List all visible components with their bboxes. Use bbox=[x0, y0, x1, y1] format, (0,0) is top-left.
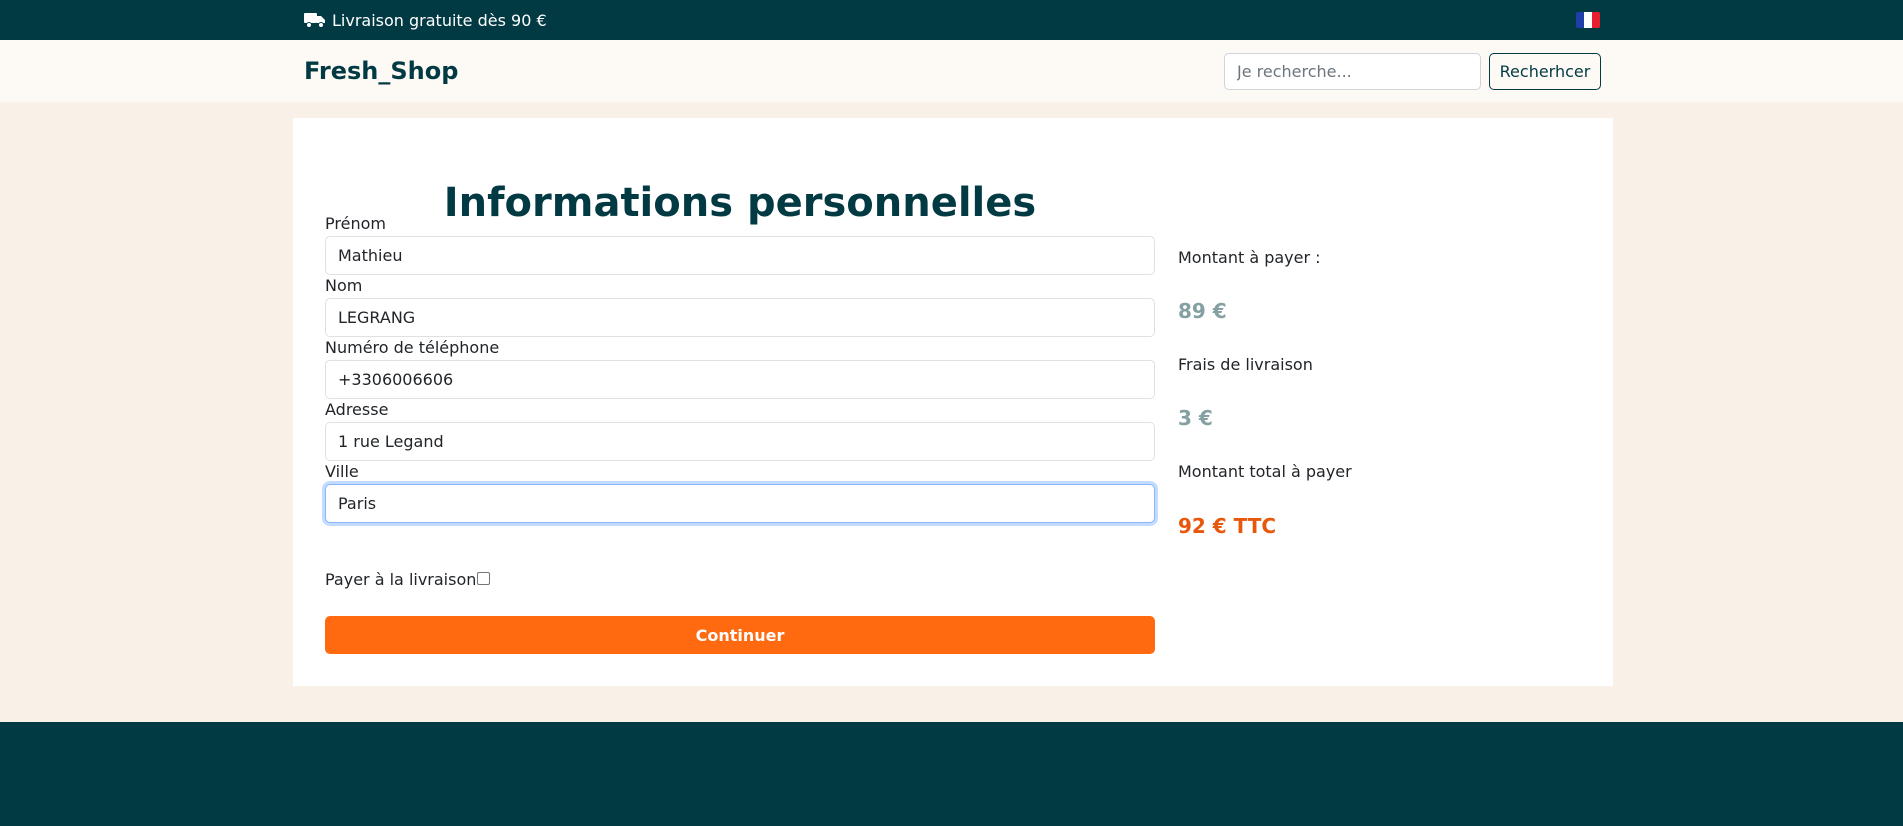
truck-icon bbox=[304, 13, 325, 28]
site-footer bbox=[0, 722, 1903, 826]
total-label: Montant total à payer bbox=[1178, 462, 1352, 481]
shipping-value: 3 € bbox=[1178, 406, 1213, 430]
address-field[interactable] bbox=[325, 422, 1155, 461]
free-delivery-text: Livraison gratuite dès 90 € bbox=[332, 10, 547, 30]
city-field[interactable] bbox=[325, 484, 1155, 523]
phone-label: Numéro de téléphone bbox=[325, 338, 500, 357]
pay-on-delivery-checkbox[interactable] bbox=[477, 572, 491, 585]
free-delivery-notice: Livraison gratuite dès 90 € bbox=[304, 0, 547, 40]
total-value: 92 € TTC bbox=[1178, 514, 1277, 538]
city-label: Ville bbox=[325, 462, 359, 481]
flag-fr-icon[interactable] bbox=[1576, 12, 1600, 28]
search-button[interactable]: Recherhcer bbox=[1489, 53, 1601, 90]
last-name-field[interactable] bbox=[325, 298, 1155, 337]
first-name-field[interactable] bbox=[325, 236, 1155, 275]
checkout-card: Informations personnelles Prénom Nom Num… bbox=[293, 118, 1613, 686]
shipping-label: Frais de livraison bbox=[1178, 355, 1313, 374]
last-name-label: Nom bbox=[325, 276, 363, 295]
site-header: Fresh_Shop Recherhcer bbox=[0, 40, 1903, 102]
pay-on-delivery-label: Payer à la livraison bbox=[325, 570, 477, 589]
pay-on-delivery-row: Payer à la livraison bbox=[325, 570, 491, 589]
page-title: Informations personnelles bbox=[443, 180, 1037, 226]
address-label: Adresse bbox=[325, 400, 389, 419]
search-input[interactable] bbox=[1224, 53, 1481, 90]
brand-logo[interactable]: Fresh_Shop bbox=[304, 40, 458, 102]
amount-label: Montant à payer : bbox=[1178, 248, 1321, 267]
first-name-label: Prénom bbox=[325, 214, 386, 233]
top-banner: Livraison gratuite dès 90 € bbox=[0, 0, 1903, 40]
phone-field[interactable] bbox=[325, 360, 1155, 399]
continue-button[interactable]: Continuer bbox=[325, 616, 1155, 654]
amount-value: 89 € bbox=[1178, 299, 1227, 323]
